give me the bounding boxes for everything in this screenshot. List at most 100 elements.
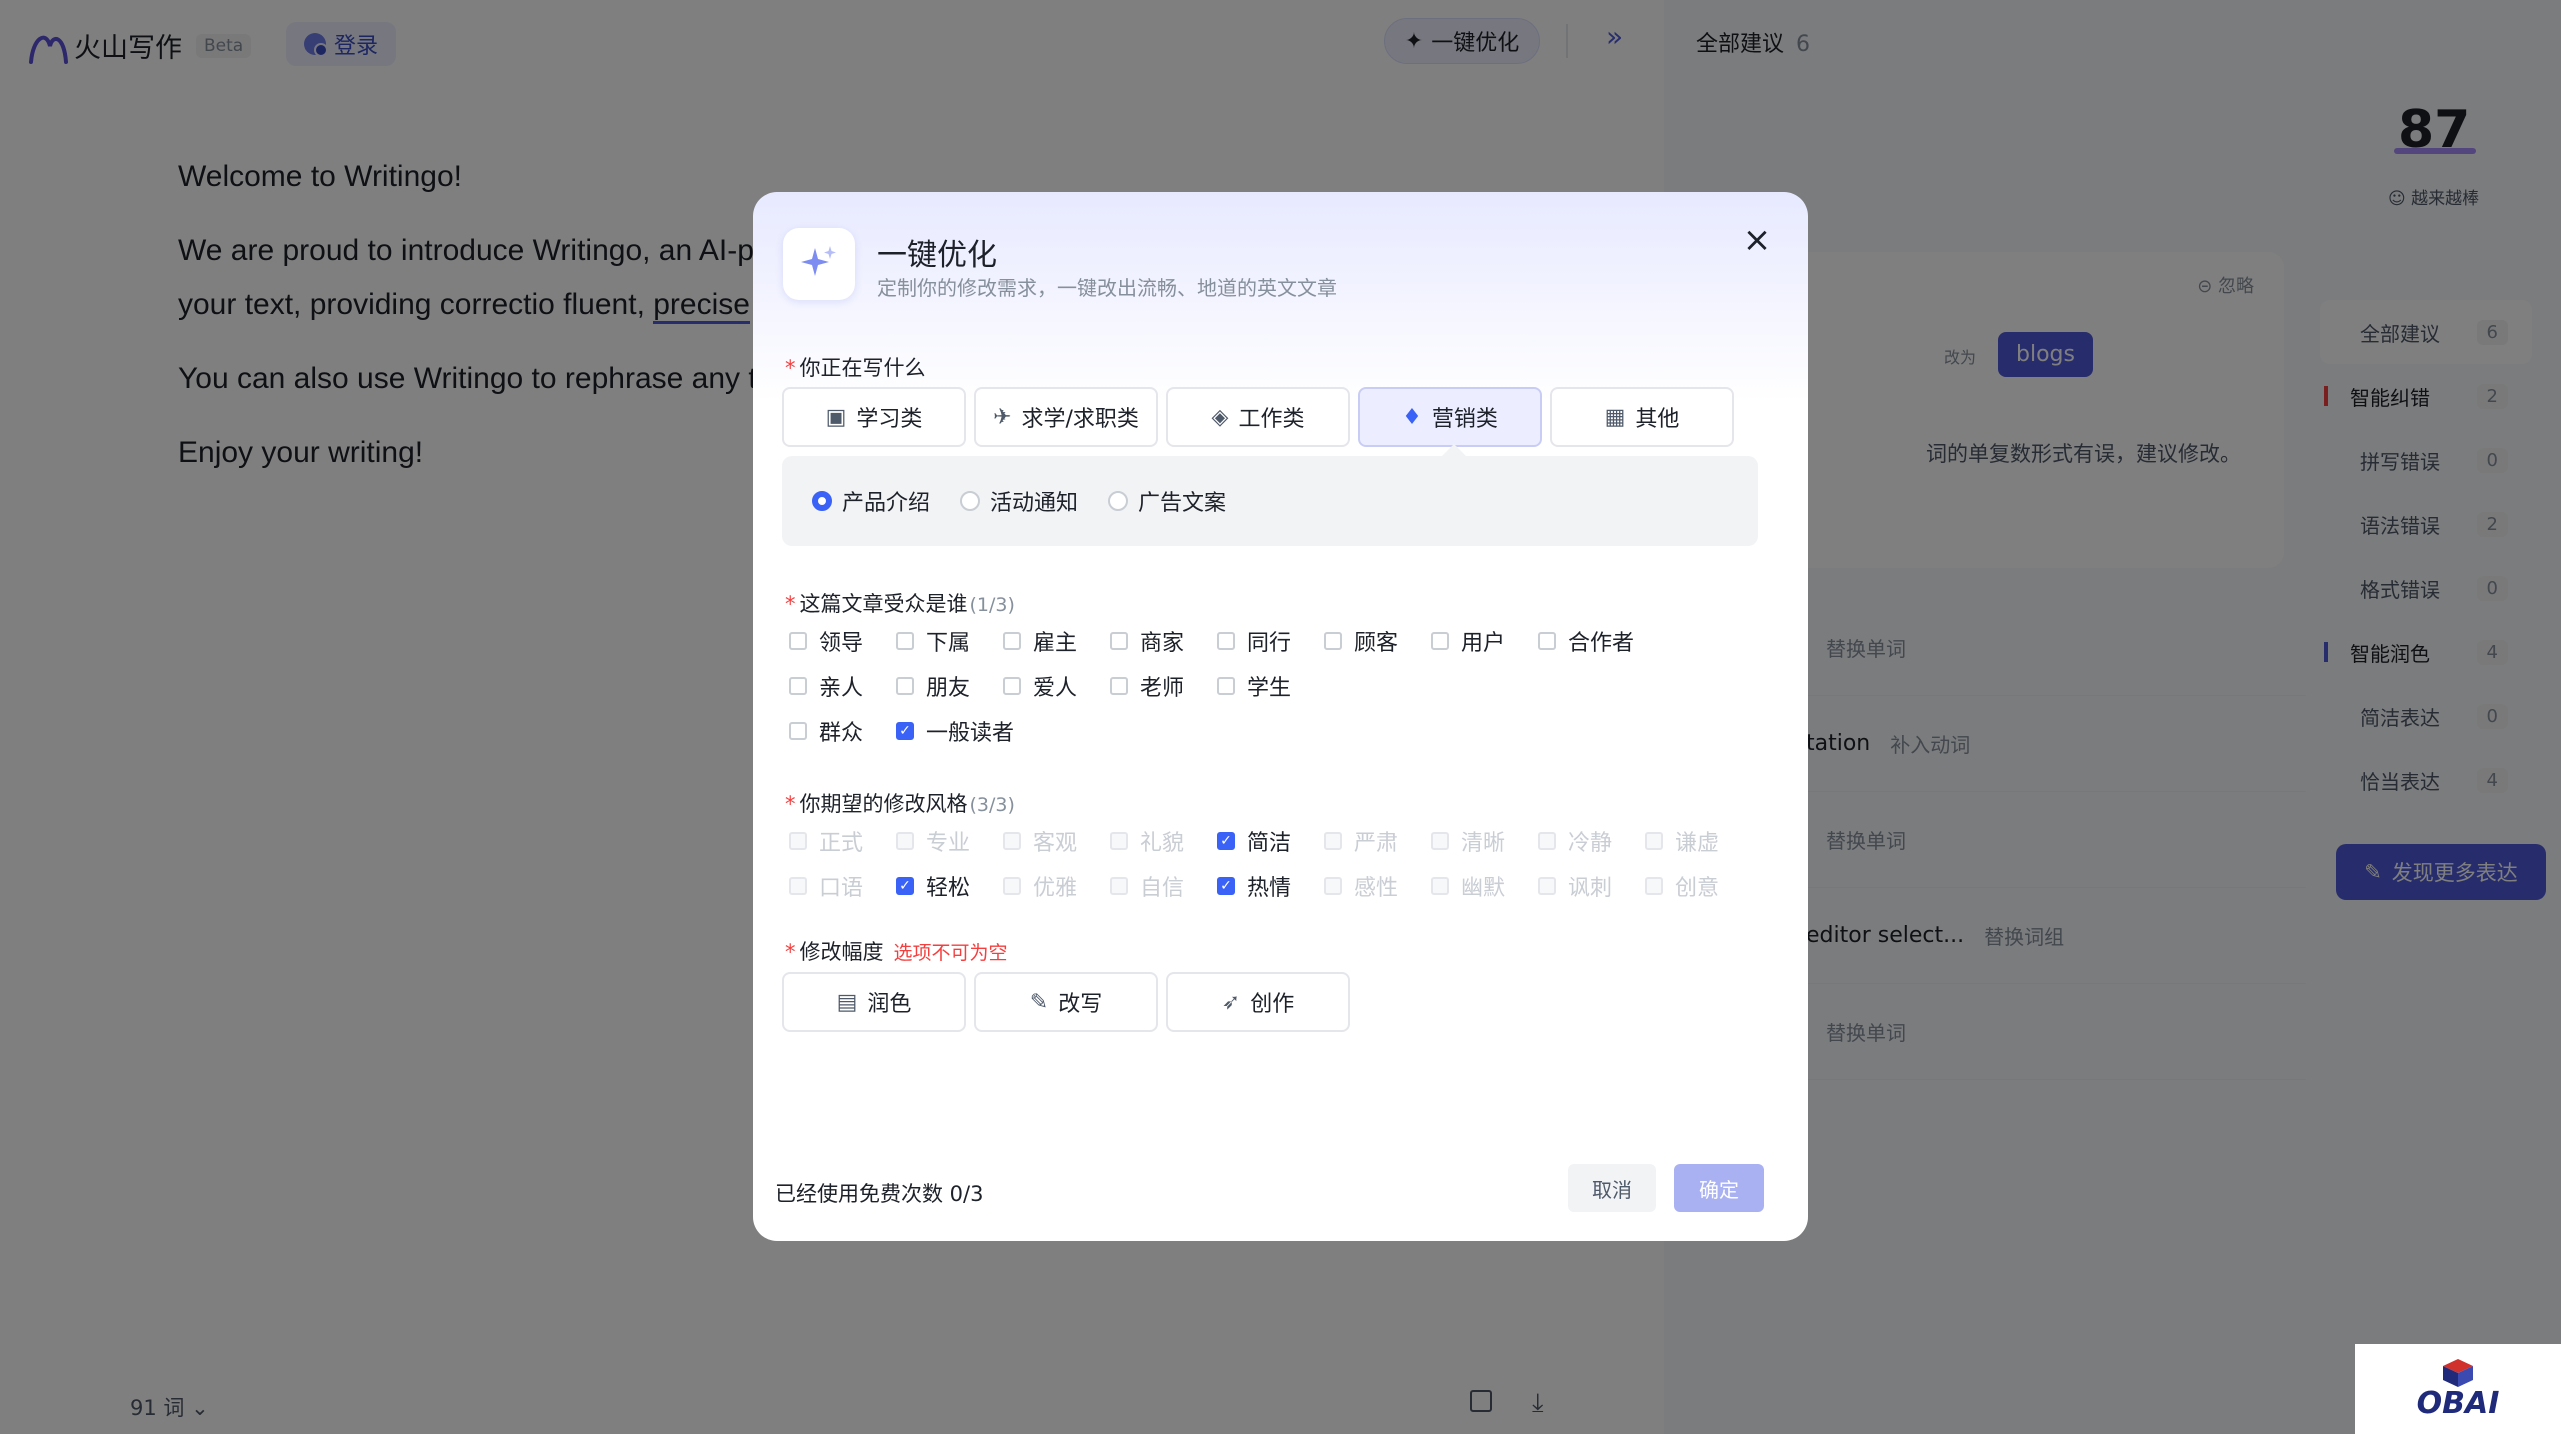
writing-type-4[interactable]: ♦ 营销类: [1358, 387, 1542, 447]
range-warning: 选项不可为空: [893, 942, 1008, 964]
checkbox-label: 领导: [819, 630, 864, 656]
checkbox: [1538, 631, 1556, 650]
revision-range-3[interactable]: ➶ 创作: [1166, 972, 1350, 1032]
cube-icon: ◈: [1211, 404, 1229, 430]
checkbox: [789, 676, 807, 695]
checkbox-option: 口语: [789, 870, 896, 902]
checkbox: [1431, 631, 1449, 650]
checkbox-option[interactable]: 顾客: [1324, 625, 1431, 657]
writing-type-5[interactable]: ▦ 其他: [1550, 387, 1734, 447]
radio-circle: [812, 491, 832, 511]
checkbox-option[interactable]: ✓ 一般读者: [896, 715, 1014, 747]
checkbox-option[interactable]: 用户: [1431, 625, 1538, 657]
optimize-dialog: 一键优化 定制你的修改需求，一键改出流畅、地道的英文文章 × * 你正在写什么 ▣…: [753, 192, 1808, 1241]
checkbox-option[interactable]: 老师: [1110, 670, 1217, 702]
checkbox-label: 创意: [1675, 875, 1720, 901]
edit-icon: ✎: [1029, 989, 1049, 1015]
writing-type-2[interactable]: ✈ 求学/求职类: [974, 387, 1158, 447]
checkbox-option[interactable]: 下属: [896, 625, 1003, 657]
subtype-radio[interactable]: 广告文案: [1108, 485, 1226, 517]
audience-options: 领导 下属 雇主 商家 同行 顾客 用户 合作者亲人 朋友 爱人 老师 学生群众 ✓ 一般读者: [789, 618, 1645, 753]
watermark-text: OBAI: [2416, 1386, 2500, 1421]
dialog-title: 一键优化: [877, 238, 997, 273]
checkbox: [1538, 831, 1556, 850]
audience-count: (1/3): [969, 594, 1015, 616]
checkbox-label: 口语: [819, 875, 864, 901]
checkbox-label: 讽刺: [1568, 875, 1613, 901]
paper-plane-icon: ✈: [993, 404, 1012, 430]
checkbox-label: 雇主: [1033, 630, 1078, 656]
checkbox-label: 爱人: [1033, 675, 1078, 701]
checkbox-option: 清晰: [1431, 825, 1538, 857]
checkbox-label: 商家: [1140, 630, 1185, 656]
sparkle-icon: [783, 228, 855, 300]
checkbox: [1003, 831, 1021, 850]
checkbox: [1645, 831, 1663, 850]
checkbox-row: 亲人 朋友 爱人 老师 学生: [789, 663, 1645, 708]
checkbox: [896, 831, 914, 850]
checkbox: [1431, 831, 1449, 850]
subtype-label: 产品介绍: [842, 491, 931, 516]
checkbox-option: 自信: [1110, 870, 1217, 902]
checkbox-option: 优雅: [1003, 870, 1110, 902]
checkbox: [789, 831, 807, 850]
dialog-subtitle: 定制你的修改需求，一键改出流畅、地道的英文文章: [877, 276, 1337, 300]
free-usage-count: 已经使用免费次数 0/3: [775, 1182, 984, 1206]
checkbox-option[interactable]: 同行: [1217, 625, 1324, 657]
checkbox-option[interactable]: 朋友: [896, 670, 1003, 702]
revision-range-label: 创作: [1250, 992, 1295, 1017]
subtype-radio[interactable]: 产品介绍: [812, 485, 930, 517]
revision-range-2[interactable]: ✎ 改写: [974, 972, 1158, 1032]
checkbox-option[interactable]: ✓ 热情: [1217, 870, 1324, 902]
revision-range-1[interactable]: ▤ 润色: [782, 972, 966, 1032]
revision-range-label: 改写: [1058, 992, 1103, 1017]
checkbox-label: 简洁: [1247, 830, 1292, 856]
section-writing-type-label: * 你正在写什么: [785, 356, 926, 380]
checkbox-label: 客观: [1033, 830, 1078, 856]
checkbox: [1110, 631, 1128, 650]
checkbox-option[interactable]: ✓ 轻松: [896, 870, 1003, 902]
checkbox-option: 创意: [1645, 870, 1752, 902]
cancel-button[interactable]: 取消: [1568, 1164, 1656, 1212]
writing-type-label: 求学/求职类: [1021, 407, 1139, 432]
checkbox-option[interactable]: 领导: [789, 625, 896, 657]
checkbox-option[interactable]: 雇主: [1003, 625, 1110, 657]
writing-type-1[interactable]: ▣ 学习类: [782, 387, 966, 447]
checkbox-label: 下属: [926, 630, 971, 656]
checkbox-label: 合作者: [1568, 630, 1635, 656]
checkbox-option[interactable]: 爱人: [1003, 670, 1110, 702]
checkbox-label: 冷静: [1568, 830, 1613, 856]
revision-range-options: ▤ 润色 ✎ 改写 ➶ 创作: [782, 972, 1350, 1032]
checkbox-label: 顾客: [1354, 630, 1399, 656]
checkbox-option[interactable]: 合作者: [1538, 625, 1645, 657]
checkbox-option[interactable]: 亲人: [789, 670, 896, 702]
checkbox-row: 正式 专业 客观 礼貌 ✓ 简洁 严肃 清晰 冷静 谦虚: [789, 818, 1752, 863]
writing-type-label: 其他: [1635, 407, 1680, 432]
checkbox: [789, 631, 807, 650]
checkbox: [1538, 876, 1556, 895]
checkbox: [1003, 876, 1021, 895]
checkbox-option[interactable]: 商家: [1110, 625, 1217, 657]
checkbox-option: 客观: [1003, 825, 1110, 857]
checkbox-option[interactable]: 学生: [1217, 670, 1324, 702]
checkbox-option[interactable]: ✓ 简洁: [1217, 825, 1324, 857]
checkbox-row: 群众 ✓ 一般读者: [789, 708, 1645, 753]
checkbox-label: 学生: [1247, 675, 1292, 701]
subtype-panel: 产品介绍 活动通知 广告文案: [782, 444, 1758, 546]
checkbox-option[interactable]: 群众: [789, 715, 896, 747]
close-icon[interactable]: ×: [1737, 220, 1777, 260]
writing-type-label: 工作类: [1238, 407, 1305, 432]
checkbox: [1110, 831, 1128, 850]
checkbox: [1324, 831, 1342, 850]
checkbox-label: 群众: [819, 720, 864, 746]
checkbox-option: 礼貌: [1110, 825, 1217, 857]
subtype-radio[interactable]: 活动通知: [960, 485, 1078, 517]
confirm-button[interactable]: 确定: [1674, 1164, 1764, 1212]
section-range-label: * 修改幅度 选项不可为空: [785, 940, 1008, 964]
checkbox: [789, 876, 807, 895]
checkbox-label: 自信: [1140, 875, 1185, 901]
checkbox-option: 讽刺: [1538, 870, 1645, 902]
checkbox: [1217, 676, 1235, 695]
section-audience-text: 这篇文章受众是谁: [799, 592, 968, 616]
writing-type-3[interactable]: ◈ 工作类: [1166, 387, 1350, 447]
